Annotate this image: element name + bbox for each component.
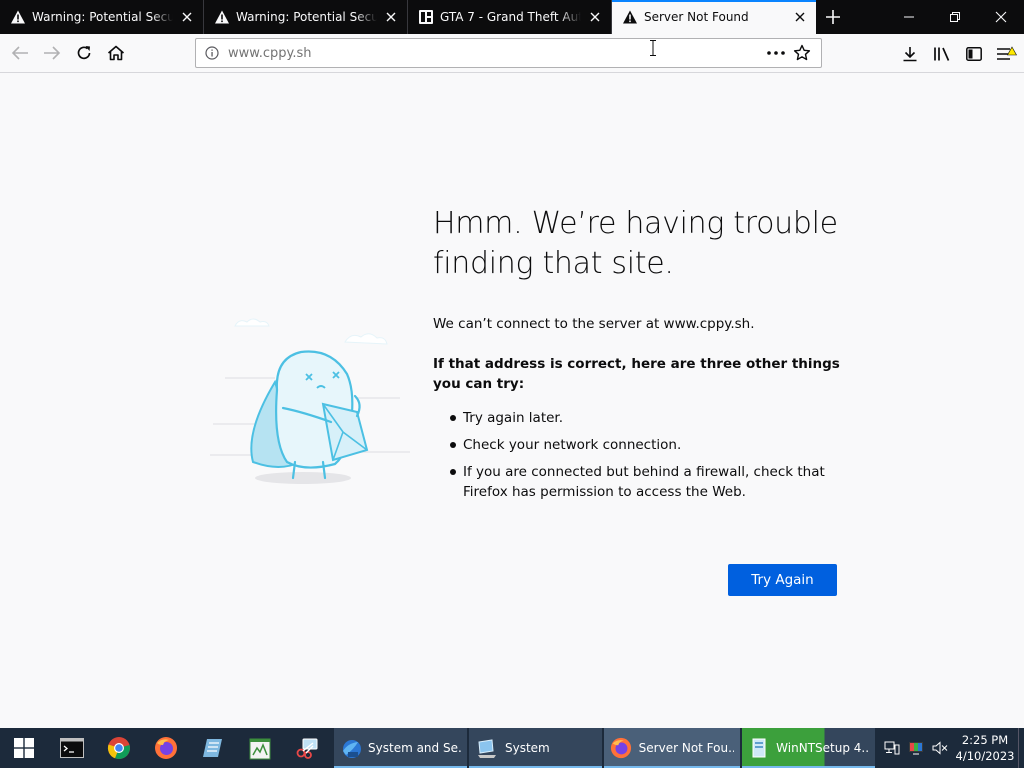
display-settings-icon[interactable] <box>904 728 928 768</box>
clock-time: 2:25 PM <box>961 733 1009 747</box>
close-icon[interactable] <box>792 9 808 25</box>
computer-icon <box>475 736 499 760</box>
suggestion-item: If you are connected but behind a firewa… <box>433 462 843 502</box>
tab-title: Warning: Potential Security Risk Ahead <box>236 10 377 24</box>
tab-title: Server Not Found <box>644 10 749 24</box>
gta-favicon-icon <box>418 9 434 25</box>
show-desktop-button[interactable] <box>1018 728 1024 768</box>
task-manager-icon <box>249 738 270 760</box>
pinned-chrome[interactable] <box>95 728 142 768</box>
tab-title: GTA 7 - Grand Theft Auto 7 <box>440 10 581 24</box>
sidebar-toggle-button[interactable] <box>958 38 990 70</box>
minimize-icon <box>904 16 914 18</box>
control-panel-icon <box>340 736 362 760</box>
warning-icon <box>622 9 638 25</box>
reload-icon <box>77 46 91 60</box>
warning-icon <box>214 9 230 25</box>
text-cursor-icon <box>650 40 656 56</box>
reload-button[interactable] <box>68 37 100 69</box>
chrome-icon <box>107 737 130 760</box>
taskbar-item-firefox[interactable]: Server Not Fou... <box>604 728 740 768</box>
windows-taskbar: System and Se... System Server Not Fou..… <box>0 728 1024 768</box>
confused-monster-illustration <box>210 318 410 484</box>
restore-button[interactable] <box>932 0 978 34</box>
tab-server-not-found[interactable]: Server Not Found <box>612 0 816 34</box>
info-icon[interactable] <box>204 45 220 61</box>
taskbar-item-winntsetup[interactable]: WinNTSetup 4.... <box>742 728 875 768</box>
tab-security-warning-2[interactable]: Warning: Potential Security Risk Ahead <box>204 0 408 34</box>
setup-icon <box>748 736 770 760</box>
downloads-button[interactable] <box>894 38 926 70</box>
window-close-button[interactable] <box>978 0 1024 34</box>
forward-button[interactable] <box>36 37 68 69</box>
firefox-icon <box>154 737 177 759</box>
arrow-left-icon <box>11 46 28 60</box>
more-dots-icon <box>767 51 785 55</box>
suggestion-item: Try again later. <box>433 408 843 428</box>
start-button[interactable] <box>0 728 48 768</box>
speaker-muted-icon[interactable] <box>928 728 952 768</box>
toolbar-right <box>894 34 1024 73</box>
sidebar-icon <box>966 46 982 61</box>
error-title: Hmm. We’re having trouble finding that s… <box>433 206 838 281</box>
firefox-icon <box>610 736 633 760</box>
scissors-icon <box>296 738 317 759</box>
windows-logo-icon <box>14 738 34 758</box>
taskbar-item-system[interactable]: System <box>469 728 602 768</box>
taskbar-item-label: System <box>505 741 550 755</box>
page-actions-button[interactable] <box>763 41 789 65</box>
command-prompt-icon <box>59 738 84 758</box>
tab-strip: Warning: Potential Security Risk Ahead W… <box>0 0 1024 34</box>
error-message: Hmm. We’re having trouble finding that s… <box>433 204 843 509</box>
navigation-toolbar <box>0 34 1024 73</box>
error-description: We can’t connect to the server at www.cp… <box>433 316 755 332</box>
try-again-button[interactable]: Try Again <box>728 564 837 596</box>
close-icon[interactable] <box>383 9 399 25</box>
warning-icon <box>10 9 26 25</box>
error-page: Hmm. We’re having trouble finding that s… <box>0 74 1024 728</box>
minimize-button[interactable] <box>886 0 932 34</box>
plus-icon <box>826 10 840 24</box>
bookmark-star-button[interactable] <box>789 41 815 65</box>
suggestions-heading: If that address is correct, here are thr… <box>433 356 840 392</box>
home-icon <box>107 45 125 61</box>
close-icon[interactable] <box>587 9 603 25</box>
taskbar-item-label: WinNTSetup 4.... <box>776 741 869 755</box>
star-icon <box>793 44 811 61</box>
new-tab-button[interactable] <box>816 0 850 34</box>
address-bar[interactable] <box>195 38 822 68</box>
notepad-icon <box>202 739 222 757</box>
tab-gta7[interactable]: GTA 7 - Grand Theft Auto 7 <box>408 0 612 34</box>
pinned-snipping-tool[interactable] <box>283 728 330 768</box>
pinned-notepad[interactable] <box>189 728 236 768</box>
close-icon <box>995 11 1007 23</box>
pinned-command-prompt[interactable] <box>48 728 95 768</box>
arrow-right-icon <box>44 46 61 60</box>
system-tray: 2:25 PM 4/10/2023 <box>880 728 1024 768</box>
suggestion-item: Check your network connection. <box>433 435 843 455</box>
download-icon <box>903 46 917 61</box>
taskbar-item-system-security[interactable]: System and Se... <box>334 728 467 768</box>
taskbar-item-label: System and Se... <box>368 741 461 755</box>
system-clock[interactable]: 2:25 PM 4/10/2023 <box>952 732 1018 764</box>
network-icon[interactable] <box>880 728 904 768</box>
taskbar-item-label: Server Not Fou... <box>638 741 734 755</box>
url-input[interactable] <box>228 45 763 61</box>
restore-icon <box>950 12 960 22</box>
tab-security-warning-1[interactable]: Warning: Potential Security Risk Ahead <box>0 0 204 34</box>
clock-date: 4/10/2023 <box>955 749 1015 763</box>
tab-title: Warning: Potential Security Risk Ahead <box>32 10 173 24</box>
library-icon <box>934 47 950 61</box>
back-button[interactable] <box>4 37 36 69</box>
home-button[interactable] <box>100 37 132 69</box>
hamburger-menu-icon <box>997 45 1017 60</box>
menu-button[interactable] <box>990 38 1022 70</box>
pinned-task-manager[interactable] <box>236 728 283 768</box>
suggestions-list: Try again later. Check your network conn… <box>433 408 843 502</box>
library-button[interactable] <box>926 38 958 70</box>
pinned-firefox[interactable] <box>142 728 189 768</box>
window-controls <box>886 0 1024 34</box>
close-icon[interactable] <box>179 9 195 25</box>
